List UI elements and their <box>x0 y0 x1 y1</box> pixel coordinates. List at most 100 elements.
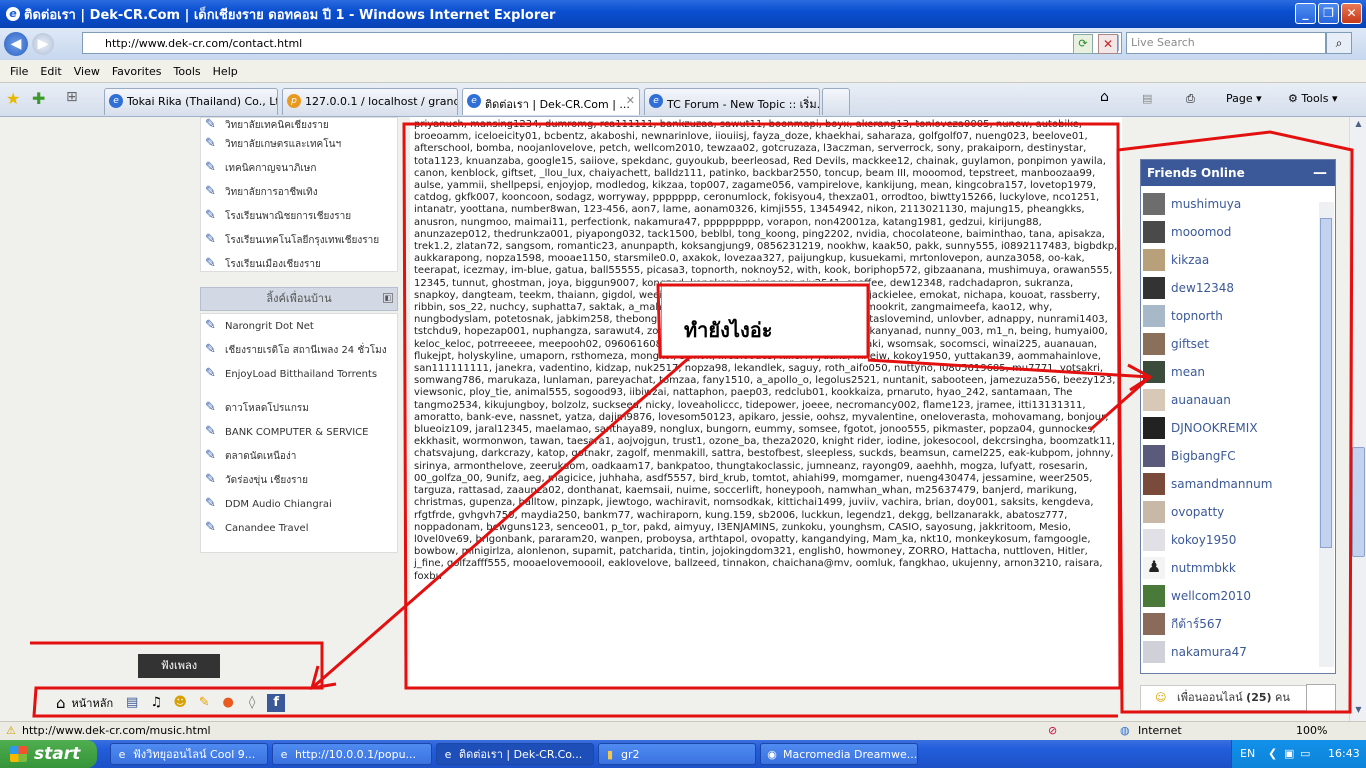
menu-file[interactable]: File <box>10 65 28 78</box>
print-icon[interactable]: ⎙ <box>1186 92 1195 106</box>
friend-item[interactable]: mushimuya <box>1141 190 1335 218</box>
maximize-button[interactable]: ❐ <box>1318 3 1339 24</box>
sidebar-link[interactable]: ✎ Narongrit Dot Net <box>201 314 397 338</box>
sidebar-item[interactable]: ✎ วิทยาลัยการอาชีพเทิง <box>201 180 397 204</box>
clock[interactable]: 16:43 <box>1328 740 1360 768</box>
volume-icon[interactable]: ▭ <box>1300 740 1310 768</box>
page-menu[interactable]: Page ▾ <box>1226 92 1262 105</box>
sidebar-item[interactable]: ✎ โรงเรียนเมืองเชียงราย <box>201 252 397 276</box>
sidebar-link[interactable]: ✎ วัดร่องขุ่น เชียงราย <box>201 468 397 492</box>
sidebar-link[interactable]: ✎ ดาวโหลดโปรแกรม <box>201 396 397 420</box>
ie-tab-icon: e <box>109 94 123 108</box>
menu-view[interactable]: View <box>74 65 100 78</box>
sidebar-link[interactable]: ✎ ตลาดนัดเหนือง่า <box>201 444 397 468</box>
sidebar-link[interactable]: ✎ DDM Audio Chiangrai <box>201 492 397 516</box>
quick-tabs-icon[interactable]: ⊞ <box>66 89 78 105</box>
friend-item[interactable]: mean <box>1141 358 1335 386</box>
start-button[interactable]: start <box>0 740 97 768</box>
minimize-button[interactable]: _ <box>1295 3 1316 24</box>
menu-help[interactable]: Help <box>213 65 238 78</box>
feeds-icon[interactable]: ▤ <box>1142 92 1152 105</box>
sidebar-item[interactable]: ✎ วิทยาลัยเกษตรและเทคโนฯ <box>201 132 397 156</box>
menu-edit[interactable]: Edit <box>40 65 61 78</box>
taskbar-item-active[interactable]: e ติดต่อเรา | Dek-CR.Co... <box>436 743 594 765</box>
taskbar-item[interactable]: e http://10.0.0.1/popu... <box>272 743 432 765</box>
friend-item[interactable]: ♟ nutmmbkk <box>1141 554 1335 582</box>
document-icon[interactable]: ▤ <box>123 694 141 712</box>
sidebar-link[interactable]: ✎ Canandee Travel <box>201 516 397 540</box>
add-favorite-icon[interactable]: ✚ <box>32 89 45 108</box>
scroll-up-icon[interactable]: ▲ <box>1352 119 1365 133</box>
friends-scrollbar[interactable] <box>1319 202 1334 667</box>
chat-bubble-icon[interactable]: ● <box>219 694 237 712</box>
taskbar-item[interactable]: e ฟังวิทยุออนไลน์ Cool 9... <box>110 743 268 765</box>
pen-icon: ✎ <box>205 208 216 223</box>
new-tab-button[interactable] <box>822 88 850 115</box>
home-icon[interactable]: ⌂ <box>1100 89 1109 105</box>
music-icon[interactable]: ♫ <box>147 694 165 712</box>
favorites-star-icon[interactable]: ★ <box>6 89 20 108</box>
pencil-icon[interactable]: ✎ <box>195 694 213 712</box>
friend-item[interactable]: ovopatty <box>1141 498 1335 526</box>
back-button[interactable]: ◀ <box>4 32 28 56</box>
pen-icon: ✎ <box>205 256 216 271</box>
users-icon[interactable]: ☻ <box>171 694 189 712</box>
tab-localhost[interactable]: p 127.0.0.1 / localhost / grand... <box>282 88 458 115</box>
facebook-icon[interactable]: f <box>267 694 286 712</box>
friend-item[interactable]: wellcom2010 <box>1141 582 1335 610</box>
address-input[interactable]: http://www.dek-cr.com/contact.html ▼ <box>82 32 1122 54</box>
close-button[interactable]: ✕ <box>1341 3 1362 24</box>
tab-dek-cr-contact[interactable]: e ติดต่อเรา | Dek-CR.Com | ... ✕ <box>462 88 640 115</box>
friend-item[interactable]: topnorth <box>1141 302 1335 330</box>
search-button[interactable]: ⌕ <box>1326 32 1352 54</box>
network-icon[interactable]: ▣ <box>1284 740 1294 768</box>
sidebar-item[interactable]: ✎ วิทยาลัยเทคนิคเชียงราย <box>201 118 397 132</box>
sidebar-link[interactable]: ✎ EnjoyLoad Bitthailand Torrents <box>201 362 397 386</box>
sidebar-item[interactable]: ✎ เทคนิคกาญจนาภิเษก <box>201 156 397 180</box>
menu-favorites[interactable]: Favorites <box>112 65 162 78</box>
friend-item[interactable]: kokoy1950 <box>1141 526 1335 554</box>
friend-item[interactable]: kikzaa <box>1141 246 1335 274</box>
taskbar-item[interactable]: ◉ Macromedia Dreamwe... <box>760 743 918 765</box>
menu-tools[interactable]: Tools <box>174 65 201 78</box>
tray-arrow-icon[interactable]: ❮ <box>1268 740 1277 768</box>
minimize-panel-icon[interactable]: — <box>1313 160 1327 186</box>
tag-icon[interactable]: ◊ <box>243 694 261 712</box>
home-icon[interactable]: ⌂ <box>56 694 66 712</box>
friend-item[interactable]: samandmannum <box>1141 470 1335 498</box>
forward-button[interactable]: ▶ <box>32 33 54 55</box>
friends-online-footer[interactable]: ☺ เพื่อนออนไลน์ (25) คน <box>1140 684 1336 712</box>
friend-item[interactable]: BigbangFC <box>1141 442 1335 470</box>
tab-tc-forum[interactable]: e TC Forum - New Topic :: เริ่ม... <box>644 88 820 115</box>
annotation-popup: ทำยังไงอ่ะ <box>661 281 870 357</box>
scroll-down-icon[interactable]: ▼ <box>1352 705 1365 719</box>
taskbar-item[interactable]: ▮ gr2 <box>598 743 756 765</box>
friend-item[interactable]: DJNOOKREMIX <box>1141 414 1335 442</box>
scrollbar-thumb[interactable] <box>1320 218 1332 548</box>
stop-button[interactable]: ✕ <box>1098 34 1118 54</box>
tab-tokai-rika[interactable]: e Tokai Rika (Thailand) Co., Lt... <box>104 88 278 115</box>
scrollbar-thumb[interactable] <box>1352 447 1365 557</box>
friend-item[interactable]: dew12348 <box>1141 274 1335 302</box>
ie-tab-icon: e <box>649 94 663 108</box>
close-tab-icon[interactable]: ✕ <box>626 94 635 107</box>
zoom-level[interactable]: 100% <box>1296 722 1327 739</box>
chat-box[interactable] <box>1306 684 1336 712</box>
refresh-button[interactable]: ⟳ <box>1073 34 1093 54</box>
sidebar-link[interactable]: ✎ BANK COMPUTER & SERVICE <box>201 420 397 444</box>
friend-item[interactable]: giftset <box>1141 330 1335 358</box>
friend-item[interactable]: auanauan <box>1141 386 1335 414</box>
address-toolbar: ◀ ▶ http://www.dek-cr.com/contact.html ▼… <box>0 28 1366 60</box>
search-input[interactable]: Live Search <box>1126 32 1326 54</box>
collapse-icon[interactable]: ◧ <box>383 293 393 303</box>
language-indicator[interactable]: EN <box>1240 740 1255 768</box>
sidebar-item[interactable]: ✎ โรงเรียนเทคโนโลยีกรุงเทพเชียงราย <box>201 228 397 252</box>
sidebar-item[interactable]: ✎ โรงเรียนพาณิชยการเชียงราย <box>201 204 397 228</box>
friend-item[interactable]: กีต้าร์567 <box>1141 610 1335 638</box>
sidebar-link[interactable]: ✎ เชียงรายเรดิโอ สถานีเพลง 24 ชั่วโมง <box>201 338 397 362</box>
tools-menu[interactable]: ⚙ Tools ▾ <box>1288 92 1338 105</box>
page-scrollbar[interactable]: ▲ ▼ <box>1349 117 1366 721</box>
friend-item[interactable]: nakamura47 <box>1141 638 1335 666</box>
home-link[interactable]: หน้าหลัก <box>72 694 114 712</box>
friend-item[interactable]: mooomod <box>1141 218 1335 246</box>
